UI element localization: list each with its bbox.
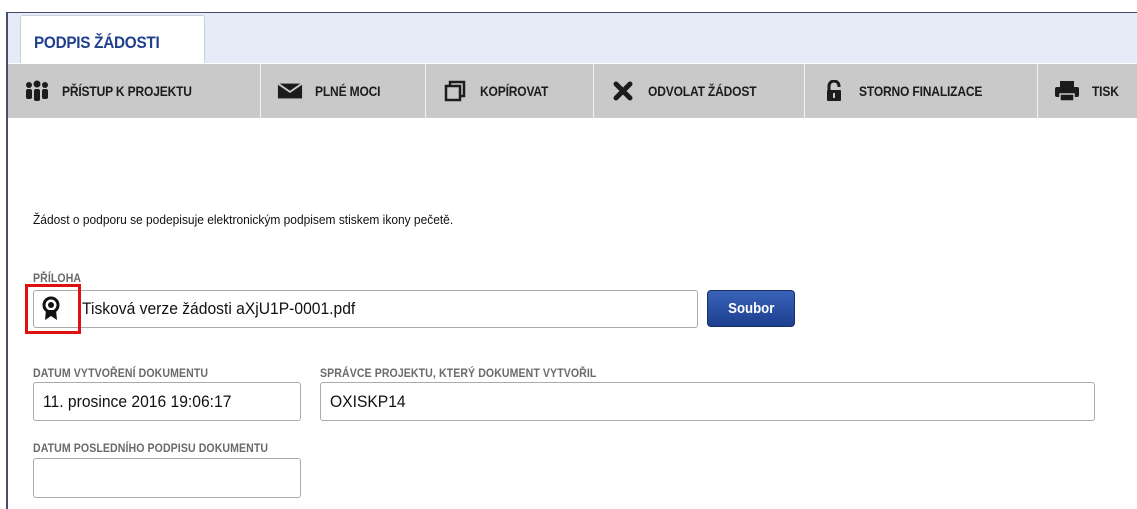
created-date-value: 11. prosince 2016 19:06:17 (43, 391, 232, 411)
revoke-application-label: ODVOLAT ŽÁDOST (648, 83, 757, 99)
print-button[interactable]: TISK (1038, 64, 1137, 118)
people-icon (24, 80, 50, 102)
attachment-label: PŘÍLOHA (33, 271, 82, 285)
attachment-field[interactable]: Tisková verze žádosti aXjU1P-0001.pdf (33, 290, 698, 328)
envelope-icon (277, 80, 303, 102)
printer-icon (1054, 80, 1080, 102)
cancel-finalization-label: STORNO FINALIZACE (859, 83, 983, 99)
tab-podpis-zadosti[interactable]: PODPIS ŽÁDOSTI (20, 15, 205, 63)
created-date-field[interactable]: 11. prosince 2016 19:06:17 (33, 382, 301, 421)
last-signed-field[interactable] (33, 458, 301, 498)
info-text: Žádost o podporu se podepisuje elektroni… (33, 212, 454, 227)
access-project-button[interactable]: PŘÍSTUP K PROJEKTU (8, 64, 261, 118)
revoke-application-button[interactable]: ODVOLAT ŽÁDOST (594, 64, 805, 118)
seal-icon[interactable] (40, 296, 62, 322)
copy-label: KOPÍROVAT (480, 83, 549, 99)
powers-of-attorney-label: PLNÉ MOCI (315, 83, 381, 99)
access-project-label: PŘÍSTUP K PROJEKTU (62, 83, 192, 99)
file-button[interactable]: Soubor (707, 290, 795, 327)
created-date-label: DATUM VYTVOŘENÍ DOKUMENTU (33, 366, 209, 380)
copy-button[interactable]: KOPÍROVAT (426, 64, 594, 118)
file-button-label: Soubor (727, 300, 775, 317)
copy-icon (442, 80, 468, 102)
print-label: TISK (1092, 83, 1119, 99)
attachment-value: Tisková verze žádosti aXjU1P-0001.pdf (82, 299, 356, 318)
last-signed-label: DATUM POSLEDNÍHO PODPISU DOKUMENTU (33, 441, 269, 455)
left-border (6, 12, 8, 509)
form-panel: PODPIS ŽÁDOSTI PŘÍSTUP K PROJEKTU PLNÉ M… (0, 0, 1137, 509)
cancel-finalization-button[interactable]: STORNO FINALIZACE (805, 64, 1038, 118)
powers-of-attorney-button[interactable]: PLNÉ MOCI (261, 64, 426, 118)
close-icon (610, 80, 636, 102)
author-field[interactable]: OXISKP14 (320, 382, 1095, 421)
author-label: SPRÁVCE PROJEKTU, KTERÝ DOKUMENT VYTVOŘI… (320, 366, 597, 380)
unlock-icon (821, 80, 847, 102)
tab-label: PODPIS ŽÁDOSTI (34, 33, 160, 52)
tab-bar: PODPIS ŽÁDOSTI (8, 13, 1137, 63)
author-value: OXISKP14 (330, 391, 406, 411)
top-border (6, 12, 1137, 13)
toolbar: PŘÍSTUP K PROJEKTU PLNÉ MOCI KOPÍROVAT O… (8, 64, 1137, 118)
